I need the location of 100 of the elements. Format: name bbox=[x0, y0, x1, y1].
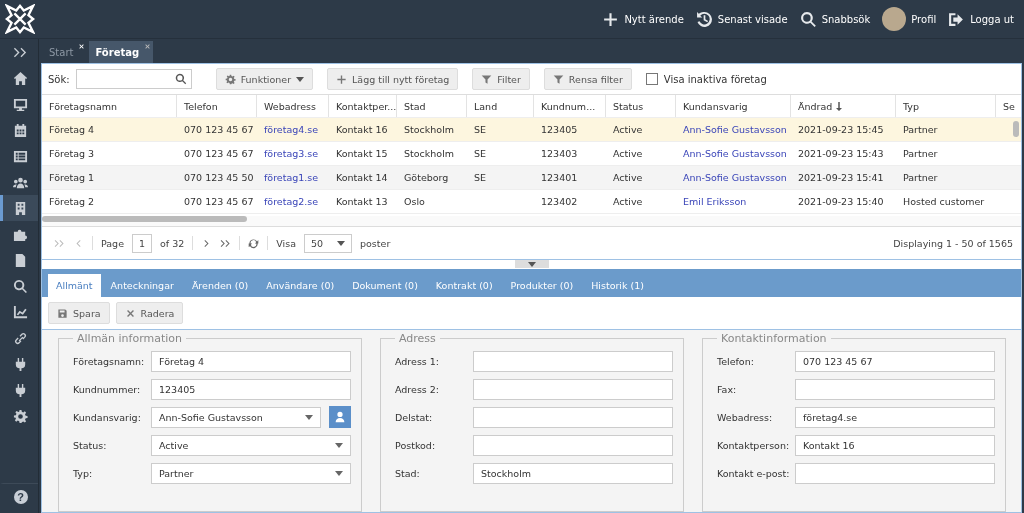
page-size-suffix: poster bbox=[360, 237, 391, 249]
page-field[interactable]: 1 bbox=[132, 233, 153, 253]
table-cell: Stockholm bbox=[404, 124, 455, 135]
table-link[interactable]: Ann-Sofie Gustavsson bbox=[683, 124, 787, 135]
table-link[interactable]: Ann-Sofie Gustavsson bbox=[683, 172, 787, 183]
column-header[interactable]: Land bbox=[467, 95, 534, 117]
calendar-icon bbox=[13, 122, 28, 138]
table-cell: Företag 2 bbox=[49, 196, 95, 207]
home-icon bbox=[13, 70, 28, 86]
table-link[interactable]: Ann-Sofie Gustavsson bbox=[683, 148, 787, 159]
input-field[interactable]: Företag 4 bbox=[151, 350, 351, 372]
header-link[interactable]: Senast visade bbox=[695, 10, 788, 28]
field-label: Webadress: bbox=[717, 411, 774, 423]
search-field[interactable] bbox=[75, 69, 192, 89]
page-count: of 32 bbox=[160, 237, 185, 249]
caret-icon bbox=[527, 261, 536, 267]
input-field[interactable] bbox=[473, 434, 673, 456]
avatar-placeholder bbox=[882, 7, 907, 31]
dropdown-field[interactable]: Partner bbox=[151, 462, 351, 484]
input-field[interactable] bbox=[795, 462, 995, 484]
input-field[interactable]: Stockholm bbox=[473, 462, 673, 484]
scrollbar-thumb[interactable] bbox=[42, 216, 247, 222]
close-icon[interactable] bbox=[78, 43, 86, 50]
plus-icon bbox=[602, 10, 620, 28]
input-field[interactable] bbox=[795, 378, 995, 400]
column-header[interactable]: Se bbox=[996, 95, 1021, 117]
caret-icon bbox=[335, 470, 343, 476]
table-row[interactable]: Företag 2 070 123 45 67 företag2.se Kontakt 13 Oslo 123402 Active Emil Eriksson 2021-09-23 15:40 Hosted customer bbox=[42, 190, 1021, 214]
page-label: Page bbox=[101, 237, 124, 249]
monitor-icon bbox=[13, 96, 28, 112]
toolbar-button[interactable]: Funktioner bbox=[215, 68, 314, 90]
column-header[interactable]: Företagsnamn bbox=[42, 95, 177, 117]
column-header[interactable]: Telefon bbox=[177, 95, 257, 117]
help-button[interactable]: ? bbox=[0, 483, 38, 509]
refresh-icon[interactable] bbox=[248, 237, 260, 249]
column-header[interactable]: Webadress bbox=[257, 95, 329, 117]
toolbar-button[interactable]: Rensa filter bbox=[543, 68, 632, 90]
tab[interactable]: Start bbox=[43, 41, 88, 63]
dropdown-field[interactable]: Active bbox=[151, 434, 351, 456]
table-cell: Kontakt 14 bbox=[336, 172, 388, 183]
list-icon bbox=[13, 148, 28, 164]
tab[interactable]: Företag bbox=[89, 41, 154, 63]
table-link[interactable]: Emil Eriksson bbox=[683, 196, 747, 207]
search-icon bbox=[13, 278, 28, 294]
last-page-icon[interactable] bbox=[220, 237, 232, 249]
table-cell: Active bbox=[613, 196, 643, 207]
tab[interactable]: Allmänt bbox=[48, 274, 101, 297]
scrollbar-thumb[interactable] bbox=[1013, 121, 1019, 137]
column-header[interactable]: Kundnum... bbox=[534, 95, 606, 117]
column-header[interactable]: Status bbox=[606, 95, 676, 117]
delete-button[interactable]: Radera bbox=[115, 302, 184, 324]
building-icon bbox=[13, 200, 28, 216]
header-link[interactable]: Snabbsök bbox=[799, 10, 871, 28]
sidebar-item[interactable] bbox=[0, 195, 38, 221]
table-cell: 123402 bbox=[541, 196, 578, 207]
input-field[interactable] bbox=[473, 406, 673, 428]
table-row[interactable]: Företag 1 070 123 45 50 företag1.se Kontakt 14 Göteborg SE 123401 Active Ann-Sofie Gustavsson 2021-09-23 15:41 Partner bbox=[42, 166, 1021, 190]
header-link[interactable]: Logga ut bbox=[948, 10, 1014, 28]
search-icon bbox=[799, 10, 817, 28]
field-label: Delstat: bbox=[395, 411, 434, 423]
input-field[interactable] bbox=[473, 350, 673, 372]
caret-icon bbox=[335, 442, 343, 448]
input-field[interactable]: 123405 bbox=[151, 378, 351, 400]
link-icon bbox=[13, 330, 28, 346]
table-cell: 2021-09-23 15:43 bbox=[798, 148, 884, 159]
field-label: Fax: bbox=[717, 383, 738, 395]
column-header[interactable]: Ändrad bbox=[791, 95, 896, 117]
splitter-handle[interactable] bbox=[514, 260, 549, 268]
table-cell: Partner bbox=[903, 124, 938, 135]
field-label: Kundnummer: bbox=[73, 383, 142, 395]
user-button[interactable] bbox=[329, 406, 351, 428]
table-cell: 123401 bbox=[541, 172, 578, 183]
table-link[interactable]: företag1.se bbox=[264, 172, 319, 183]
column-header[interactable]: Kundansvarig bbox=[676, 95, 791, 117]
input-field[interactable]: 070 123 45 67 bbox=[795, 350, 995, 372]
save-button[interactable]: Spara bbox=[48, 302, 110, 324]
page-size-dropdown[interactable]: 50 bbox=[304, 233, 352, 253]
input-field[interactable]: Kontakt 16 bbox=[795, 434, 995, 456]
toolbar-button[interactable]: Lägg till nytt företag bbox=[327, 68, 459, 90]
table-link[interactable]: företag3.se bbox=[264, 148, 319, 159]
checkbox[interactable] bbox=[645, 73, 658, 85]
table-row[interactable]: Företag 4 070 123 45 67 företag4.se Kontakt 16 Stockholm SE 123405 Active Ann-Sofie Gustavsson 2021-09-23 15:45 Partner bbox=[42, 118, 1021, 142]
table-link[interactable]: företag4.se bbox=[264, 124, 319, 135]
plus-icon bbox=[336, 73, 348, 85]
input-field[interactable] bbox=[473, 378, 673, 400]
header-link[interactable]: Profil bbox=[882, 7, 937, 31]
document-icon bbox=[13, 252, 28, 268]
logout-icon bbox=[948, 10, 966, 28]
toolbar-button[interactable]: Filter bbox=[472, 68, 530, 90]
column-header[interactable]: Typ bbox=[896, 95, 996, 117]
column-header[interactable]: Kontaktper... bbox=[329, 95, 397, 117]
input-field[interactable]: företag4.se bbox=[795, 406, 995, 428]
table-link[interactable]: företag2.se bbox=[264, 196, 319, 207]
column-header[interactable]: Stad bbox=[397, 95, 467, 117]
dropdown-field[interactable]: Ann-Sofie Gustavsson bbox=[151, 406, 321, 428]
header-link[interactable]: Nytt ärende bbox=[602, 10, 684, 28]
search-icon bbox=[174, 73, 187, 85]
field-label: Status: bbox=[73, 439, 108, 451]
table-cell: Partner bbox=[903, 148, 938, 159]
table-cell: Företag 4 bbox=[49, 124, 95, 135]
